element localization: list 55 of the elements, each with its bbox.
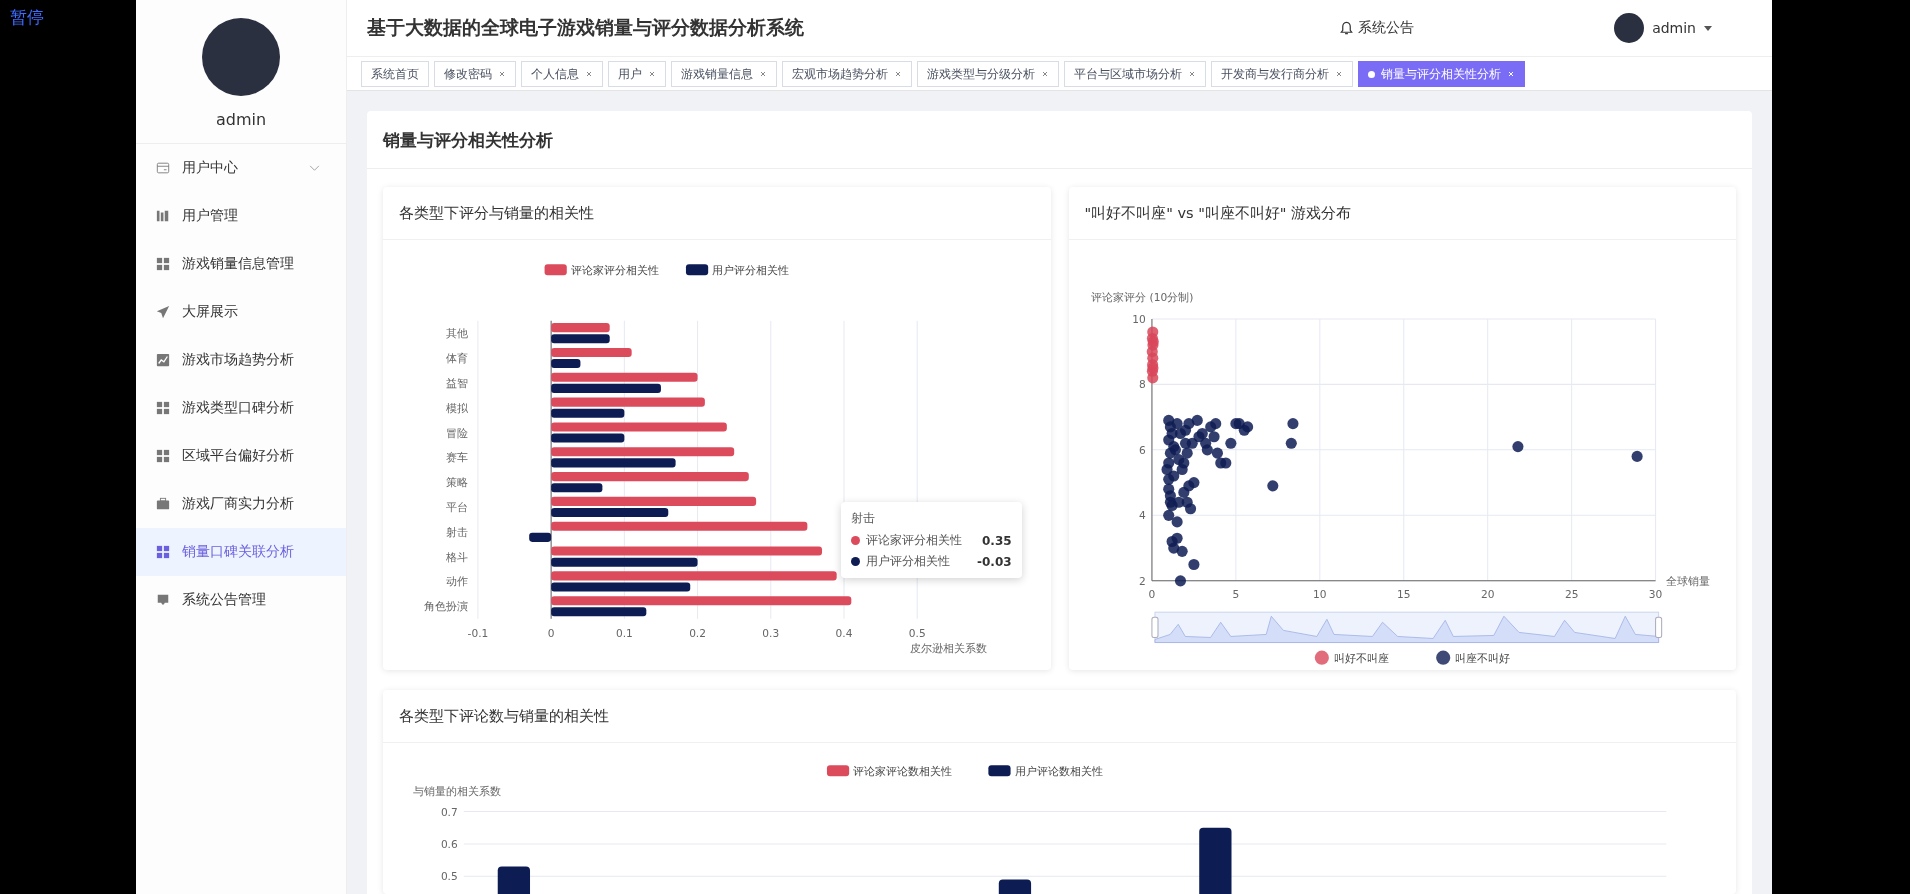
axis-tick-label: 30 bbox=[1648, 588, 1662, 601]
axis-tick-label: 8 bbox=[1138, 378, 1146, 392]
card-title: 各类型下评论数与销量的相关性 bbox=[383, 689, 1736, 743]
axis-tick-label: 0.5 bbox=[908, 626, 926, 639]
axis-category-label: 平台 bbox=[445, 501, 468, 513]
axis-tick-label: -0.1 bbox=[467, 626, 489, 639]
axis-category-label: 格斗 bbox=[445, 550, 468, 563]
axis-category-label: 射击 bbox=[445, 525, 468, 538]
axis-category-label: 益智 bbox=[445, 376, 468, 389]
axis-title: 评论家评分 (10分制) bbox=[1090, 290, 1193, 304]
axis-tick-label: 0 bbox=[547, 626, 555, 639]
axis-tick-label: 0.4 bbox=[835, 626, 853, 639]
axis-title: 与销量的相关系数 bbox=[413, 785, 502, 798]
axis-tick-label: 2 bbox=[1138, 574, 1146, 588]
axis-category-label: 体育 bbox=[445, 352, 468, 365]
axis-tick-label: 20 bbox=[1480, 588, 1494, 601]
card-title: 各类型下评分与销量的相关性 bbox=[383, 187, 1051, 240]
axis-tick-label: 0.5 bbox=[440, 870, 458, 883]
series-label: 评论家评分相关性 bbox=[866, 532, 962, 549]
legend-label: 评论家评论数相关性 bbox=[853, 765, 953, 778]
axis-category-label: 模拟 bbox=[445, 401, 468, 414]
legend-label: 评论家评分相关性 bbox=[570, 264, 659, 277]
tooltip-title: 射击 bbox=[851, 510, 876, 527]
page-title: 销量与评分相关性分析 bbox=[367, 111, 1752, 169]
series-label: 用户评分相关性 bbox=[866, 553, 950, 570]
axis-category-label: 角色扮演 bbox=[423, 600, 468, 613]
axis-tick-label: 4 bbox=[1138, 509, 1146, 523]
user-name: admin bbox=[215, 110, 267, 129]
axis-tick-label: 10 bbox=[1312, 588, 1327, 601]
legend-label: 用户评分相关性 bbox=[712, 264, 790, 277]
legend-label: 叫座不叫好 bbox=[1454, 651, 1510, 665]
axis-tick-label: 0.6 bbox=[440, 837, 458, 850]
axis-tick-label: 0 bbox=[1148, 588, 1155, 601]
axis-category-label: 策略 bbox=[445, 476, 468, 489]
axis-tick-label: 5 bbox=[1232, 588, 1239, 601]
app-title: 基于大数据的全球电子游戏销量与评分数据分析系统 bbox=[367, 15, 805, 40]
axis-tick-label: 0.7 bbox=[440, 805, 458, 818]
axis-tick-label: 6 bbox=[1138, 443, 1146, 457]
axis-category-label: 动作 bbox=[445, 575, 468, 588]
axis-tick-label: 15 bbox=[1396, 588, 1410, 601]
axis-title: 全球销量 bbox=[1665, 574, 1710, 588]
axis-category-label: 赛车 bbox=[445, 451, 468, 464]
axis-tick-label: 10 bbox=[1131, 312, 1146, 326]
axis-category-label: 冒险 bbox=[445, 426, 468, 439]
axis-tick-label: 25 bbox=[1564, 588, 1578, 601]
axis-title: 皮尔逊相关系数 bbox=[910, 642, 987, 654]
axis-tick-label: 0.3 bbox=[762, 626, 780, 639]
axis-category-label: 其他 bbox=[445, 327, 468, 340]
axis-tick-label: 0.1 bbox=[615, 626, 633, 639]
card-title: "叫好不叫座" vs "叫座不叫好" 游戏分布 bbox=[1068, 187, 1736, 240]
legend-label: 叫好不叫座 bbox=[1333, 651, 1389, 665]
axis-tick-label: 0.2 bbox=[689, 626, 706, 639]
series-value: 0.35 bbox=[981, 533, 1012, 548]
series-value: -0.03 bbox=[976, 554, 1012, 569]
legend-label: 用户评论数相关性 bbox=[1014, 765, 1103, 778]
